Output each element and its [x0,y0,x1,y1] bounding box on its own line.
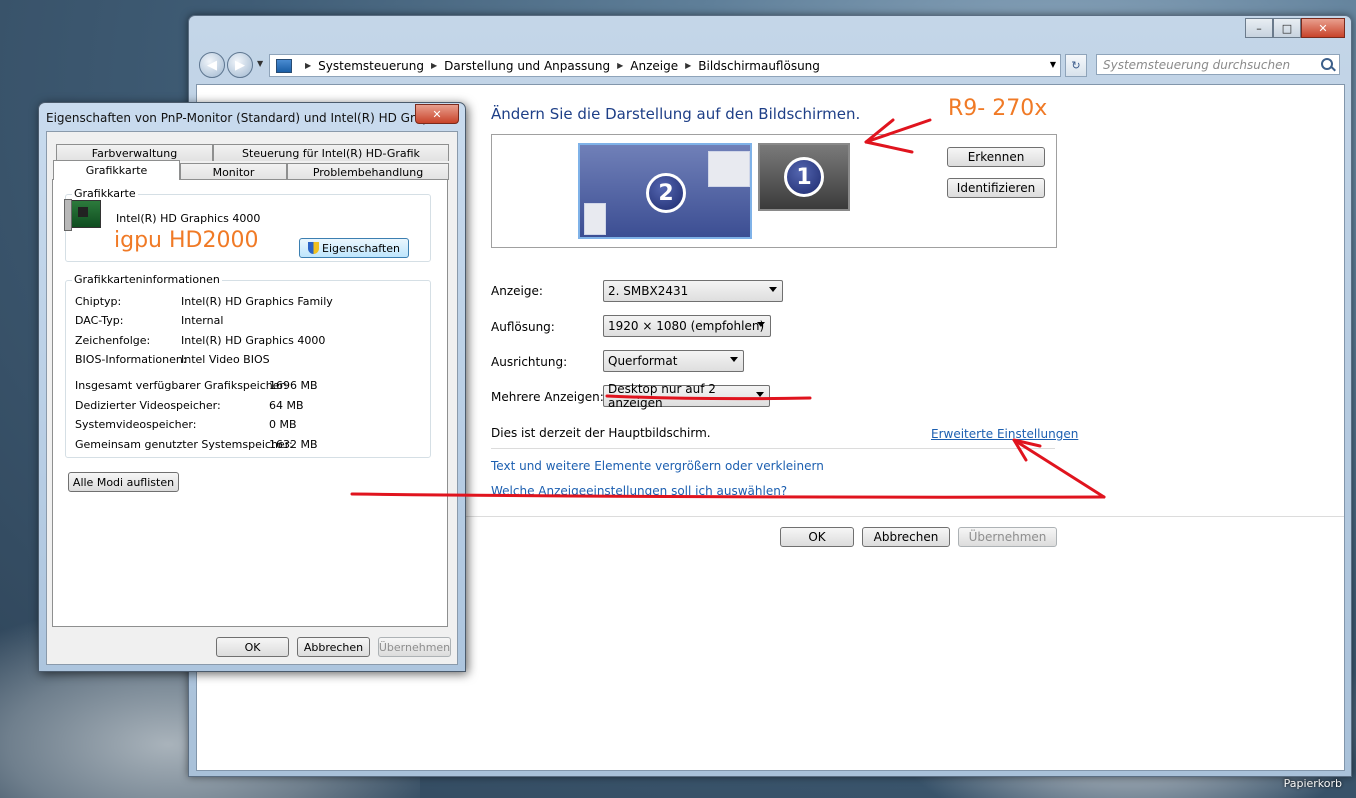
chevron-right-icon[interactable]: ▶ [685,61,691,70]
memory-value: 0 MB [269,418,297,431]
address-bar[interactable]: ▶ Systemsteuerung ▶ Darstellung und Anpa… [269,54,1061,77]
breadcrumb-item[interactable]: Bildschirmauflösung [698,59,820,73]
advanced-settings-link[interactable]: Erweiterte Einstellungen [931,427,1078,441]
text-size-link[interactable]: Text und weitere Elemente vergrößern ode… [491,459,824,473]
recycle-bin-label[interactable]: Papierkorb [1284,777,1342,790]
dropdown-arrow-icon [769,287,777,292]
info-key: DAC-Typ: [75,314,124,327]
properties-dialog: Eigenschaften von PnP-Monitor (Standard)… [38,102,466,672]
tab-monitor[interactable]: Monitor [180,163,287,180]
info-value: Intel(R) HD Graphics 4000 [181,334,326,347]
orientation-select[interactable]: Querformat [603,350,744,372]
page-title: Ändern Sie die Darstellung auf den Bilds… [491,105,861,123]
info-key: Chiptyp: [75,295,122,308]
ok-button[interactable]: OK [780,527,854,547]
dialog-apply-button[interactable]: Übernehmen [378,637,451,657]
info-key: Zeichenfolge: [75,334,151,347]
memory-key: Dedizierter Videospeicher: [75,399,221,412]
preview-window [584,203,606,235]
info-key: BIOS-Informationen: [75,353,187,366]
uac-shield-icon [308,242,320,254]
adapter-properties-button[interactable]: Eigenschaften [299,238,409,258]
cancel-button[interactable]: Abbrechen [862,527,950,547]
info-value: Intel Video BIOS [181,353,270,366]
dropdown-arrow-icon [756,392,764,397]
multiple-displays-label: Mehrere Anzeigen: [491,390,604,404]
forward-arrow-icon[interactable]: ▶ [227,52,253,78]
memory-key: Insgesamt verfügbarer Grafikspeicher: [75,379,288,392]
breadcrumb-item[interactable]: Systemsteuerung [318,59,424,73]
which-settings-link[interactable]: Welche Anzeigeeinstellungen soll ich aus… [491,484,787,498]
adapter-info-group: Grafikkarteninformationen Chiptyp: Intel… [65,273,431,458]
resolution-label: Auflösung: [491,320,555,334]
orientation-value: Querformat [608,354,678,368]
divider [491,448,1055,449]
info-value: Intel(R) HD Graphics Family [181,295,333,308]
info-value: Internal [181,314,224,327]
annotation-r9: R9- 270x [948,96,1048,121]
monitor-number: 1 [784,157,824,197]
dropdown-arrow-icon [730,357,738,362]
breadcrumb-item[interactable]: Anzeige [630,59,678,73]
close-button[interactable]: ✕ [1301,18,1345,38]
graphics-card-icon [64,199,101,231]
adapter-properties-label: Eigenschaften [322,241,400,255]
multiple-displays-select[interactable]: Desktop nur auf 2 anzeigen [603,382,770,410]
chevron-right-icon[interactable]: ▶ [305,61,311,70]
annotation-igpu: igpu HD2000 [114,228,259,253]
monitor-number: 2 [646,173,686,213]
chevron-right-icon[interactable]: ▶ [431,61,437,70]
resolution-value: 1920 × 1080 (empfohlen) [608,319,765,333]
tab-troubleshoot[interactable]: Problembehandlung [287,163,449,180]
monitor-arrangement[interactable]: 2 1 Erkennen Identifizieren [491,134,1057,248]
dialog-ok-button[interactable]: OK [216,637,289,657]
search-icon[interactable] [1321,58,1333,70]
dialog-body: Farbverwaltung Steuerung für Intel(R) HD… [46,131,458,665]
detect-button[interactable]: Erkennen [947,147,1045,167]
memory-value: 64 MB [269,399,304,412]
memory-value: 1632 MB [269,438,318,451]
search-placeholder: Systemsteuerung durchsuchen [1103,57,1291,72]
primary-display-text: Dies ist derzeit der Hauptbildschirm. [491,426,711,440]
group-title: Grafikkarteninformationen [72,273,222,286]
adapter-name: Intel(R) HD Graphics 4000 [116,212,261,225]
memory-value: 1696 MB [269,379,318,392]
dialog-title: Eigenschaften von PnP-Monitor (Standard)… [46,111,453,125]
dialog-close-button[interactable]: ✕ [415,104,459,124]
search-input[interactable]: Systemsteuerung durchsuchen [1096,54,1340,75]
orientation-label: Ausrichtung: [491,355,568,369]
caption-buttons: – □ ✕ [1245,18,1345,38]
dialog-cancel-button[interactable]: Abbrechen [297,637,370,657]
back-arrow-icon[interactable]: ◀ [199,52,225,78]
resolution-select[interactable]: 1920 × 1080 (empfohlen) [603,315,771,337]
display-value: 2. SMBX2431 [608,284,689,298]
monitor-1[interactable]: 1 [758,143,850,211]
preview-window [708,151,750,187]
memory-key: Systemvideospeicher: [75,418,197,431]
monitor-2[interactable]: 2 [578,143,752,239]
display-select[interactable]: 2. SMBX2431 [603,280,783,302]
breadcrumb-item[interactable]: Darstellung und Anpassung [444,59,610,73]
refresh-icon[interactable]: ↻ [1065,54,1087,77]
identify-button[interactable]: Identifizieren [947,178,1045,198]
control-panel-icon [276,58,292,73]
tab-graphics-adapter[interactable]: Grafikkarte [53,160,180,180]
list-all-modes-button[interactable]: Alle Modi auflisten [68,472,179,492]
multiple-displays-value: Desktop nur auf 2 anzeigen [608,382,716,410]
tab-intel-hd-control[interactable]: Steuerung für Intel(R) HD-Grafik [213,144,449,161]
navigation-bar: ◀ ▶ ▼ ▶ Systemsteuerung ▶ Darstellung un… [197,49,1343,79]
address-dropdown-icon[interactable]: ▼ [1050,60,1056,69]
memory-key: Gemeinsam genutzter Systemspeicher: [75,438,293,451]
group-title: Grafikkarte [72,187,138,200]
display-label: Anzeige: [491,284,543,298]
apply-button[interactable]: Übernehmen [958,527,1057,547]
dropdown-arrow-icon [757,322,765,327]
history-dropdown-icon[interactable]: ▼ [257,59,263,68]
minimize-button[interactable]: – [1245,18,1273,38]
tab-color-management[interactable]: Farbverwaltung [56,144,213,161]
maximize-button[interactable]: □ [1273,18,1301,38]
chevron-right-icon[interactable]: ▶ [617,61,623,70]
